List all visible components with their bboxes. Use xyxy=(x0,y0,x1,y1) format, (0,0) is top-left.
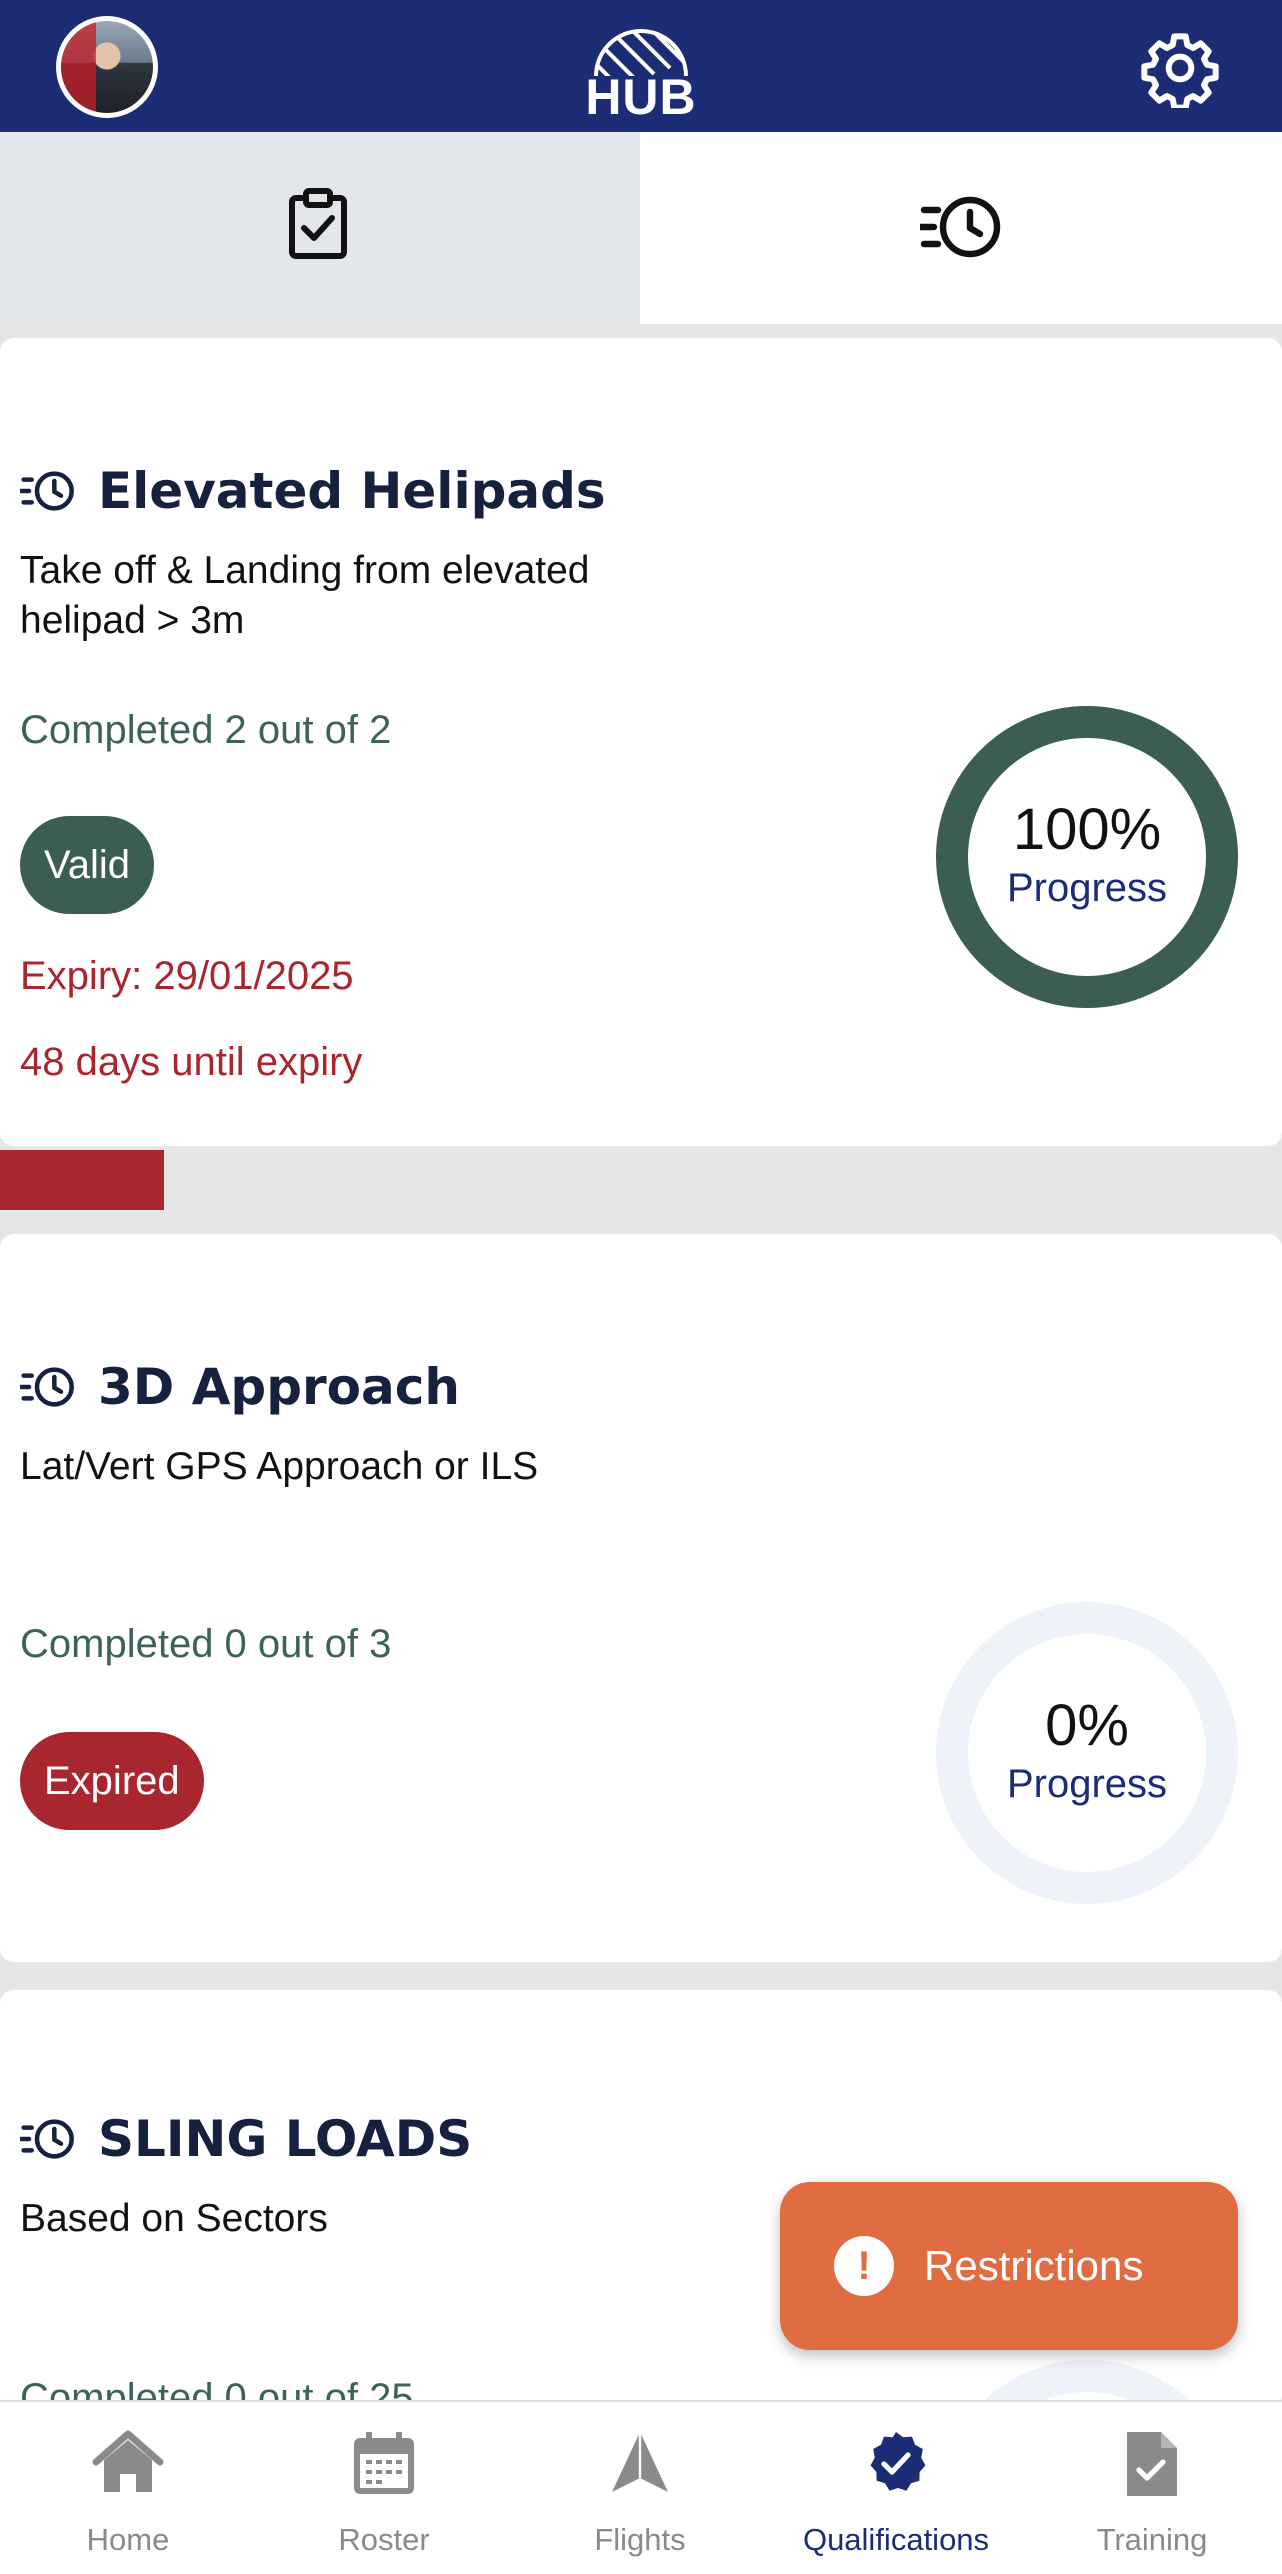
tab-current[interactable] xyxy=(0,132,640,324)
history-clock-icon xyxy=(920,196,1001,258)
app-header: HUB xyxy=(0,0,1282,132)
progress-ring: 100% Progress xyxy=(936,706,1238,1008)
plane-arrow-icon xyxy=(612,2432,668,2492)
nav-label: Flights xyxy=(594,2522,686,2557)
nav-label: Home xyxy=(86,2522,170,2557)
logo-text: HUB xyxy=(585,69,697,125)
home-icon xyxy=(92,2430,164,2492)
hub-logo: HUB xyxy=(582,20,700,125)
tab-history[interactable] xyxy=(640,132,1282,324)
card-title: SLING LOADS xyxy=(98,2110,473,2168)
history-clock-icon xyxy=(20,471,74,511)
restrictions-label: Restrictions xyxy=(924,2242,1144,2289)
avatar[interactable] xyxy=(56,16,158,118)
card-title-row: 3D Approach xyxy=(20,1358,460,1416)
clipboard-check-icon xyxy=(289,188,347,259)
qualification-card[interactable]: Elevated Helipads Take off & Landing fro… xyxy=(0,338,1282,1146)
nav-label: Qualifications xyxy=(802,2522,990,2557)
tab-bar xyxy=(0,132,1282,324)
document-check-icon xyxy=(1127,2432,1177,2496)
avatar-photo xyxy=(61,21,153,113)
progress-percent: 100% xyxy=(1012,797,1162,862)
badge-check-icon xyxy=(870,2432,926,2491)
completed-count: Completed 2 out of 2 xyxy=(20,708,392,752)
completed-count: Completed 0 out of 3 xyxy=(20,1622,392,1666)
card-title-row: SLING LOADS xyxy=(20,2110,472,2168)
card-description: Based on Sectors xyxy=(20,2197,328,2240)
qualification-card[interactable]: 3D Approach Lat/Vert GPS Approach or ILS… xyxy=(0,1234,1282,1962)
card-title: Elevated Helipads xyxy=(98,462,606,520)
card-description: Take off & Landing from elevated helipad… xyxy=(20,549,590,642)
bottom-nav: Home Roster Flights Qualifications Train… xyxy=(0,2400,1282,2574)
expiry-date: Expiry: 29/01/2025 xyxy=(20,954,354,998)
alert-icon: ! xyxy=(834,2236,894,2296)
status-badge: Expired xyxy=(20,1732,204,1830)
nav-flights[interactable]: Flights xyxy=(512,2402,768,2574)
progress-percent: 0% xyxy=(1045,1693,1129,1758)
nav-label: Training xyxy=(1096,2522,1208,2557)
days-until-expiry: 48 days until expiry xyxy=(20,1040,363,1084)
history-clock-icon xyxy=(20,2119,74,2159)
nav-label: Roster xyxy=(338,2522,430,2557)
restrictions-button[interactable]: ! Restrictions xyxy=(780,2182,1238,2350)
gear-icon[interactable] xyxy=(1140,28,1220,108)
card-description: Lat/Vert GPS Approach or ILS xyxy=(20,1445,539,1488)
nav-training[interactable]: Training xyxy=(1024,2402,1280,2574)
status-badge: Valid xyxy=(20,816,154,914)
nav-roster[interactable]: Roster xyxy=(256,2402,512,2574)
nav-home[interactable]: Home xyxy=(0,2402,256,2574)
progress-ring: 0% Progress xyxy=(936,1602,1238,1904)
progress-label: Progress xyxy=(1006,1762,1168,1806)
expiry-indicator-bar xyxy=(0,1150,164,1210)
card-title: 3D Approach xyxy=(98,1358,460,1416)
nav-qualifications[interactable]: Qualifications xyxy=(768,2402,1024,2574)
progress-label: Progress xyxy=(1006,866,1168,910)
history-clock-icon xyxy=(20,1367,74,1407)
card-title-row: Elevated Helipads xyxy=(20,462,606,520)
calendar-icon xyxy=(354,2432,414,2494)
